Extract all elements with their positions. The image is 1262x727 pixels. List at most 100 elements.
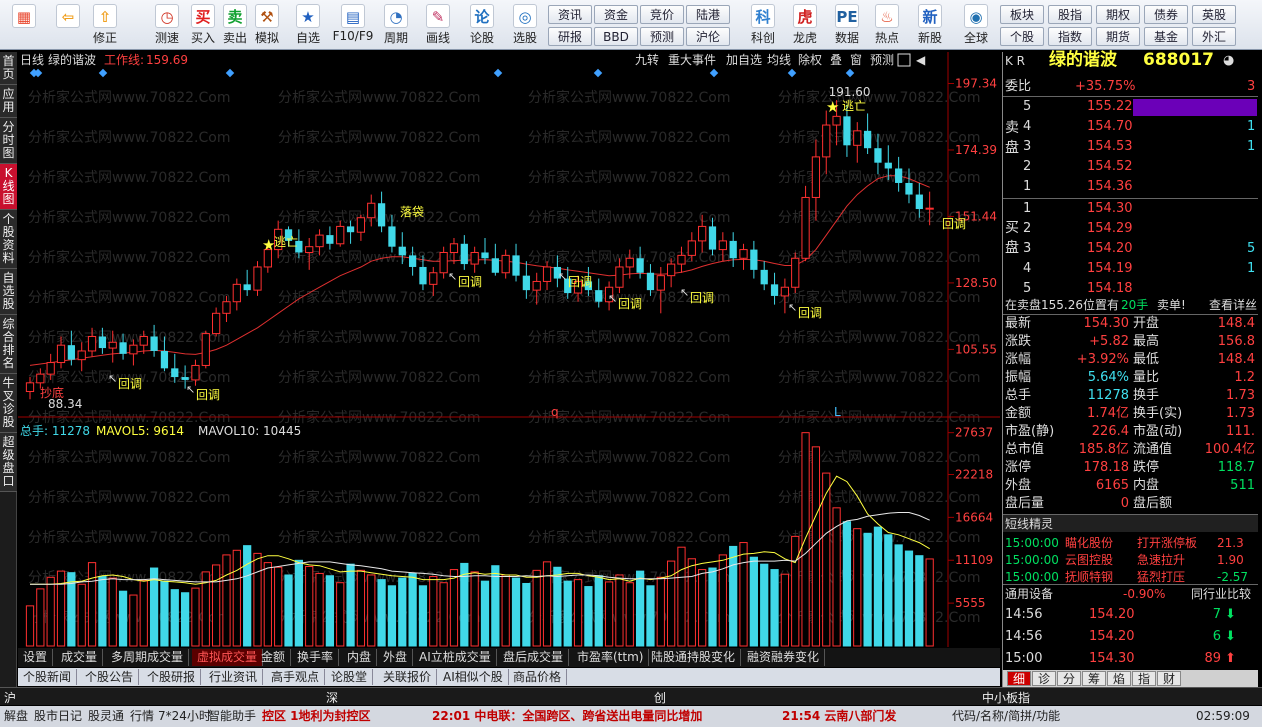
ticker-item[interactable]: 02:59:09 [1196, 706, 1250, 727]
indicator-tab[interactable]: 虚拟成交量 [192, 649, 264, 666]
ticker-item[interactable]: 21:54 云南八部门发 [782, 706, 896, 727]
volume-bar[interactable] [243, 545, 252, 647]
pin-icon[interactable]: ◀ [916, 53, 926, 67]
volume-bar[interactable] [77, 583, 86, 647]
news-tab[interactable]: 个股新闻 [18, 669, 78, 685]
leftnav-item[interactable]: 超级盘口 [0, 433, 17, 492]
ticker-item[interactable]: 控区 1地利为封控区 [262, 706, 371, 727]
volume-bar[interactable] [873, 526, 883, 647]
indicator-tab[interactable]: 成交量 [56, 649, 104, 666]
volume-bar[interactable] [480, 580, 490, 647]
leftnav-item[interactable]: 首页 [0, 52, 17, 85]
volume-bar[interactable] [604, 581, 614, 647]
volume-bar[interactable] [573, 579, 583, 647]
ticker-item[interactable]: 代码/名称/简拼/功能 [952, 706, 1060, 727]
chart-toolbar-2[interactable]: 加自选 [726, 53, 762, 67]
news-tab[interactable]: 个股公告 [80, 669, 140, 685]
volume-bar[interactable] [491, 565, 500, 647]
toolbar-small-bottom-button[interactable]: 研报 [548, 27, 592, 46]
notice-link[interactable]: 查看详丝 [1209, 296, 1257, 314]
volume-bar[interactable] [760, 563, 769, 647]
volume-bar[interactable] [801, 432, 810, 647]
ticker-item[interactable]: 行情 [130, 706, 154, 727]
toolbar-pe-data-button[interactable]: PE 数据 [828, 2, 866, 48]
volume-bar[interactable] [180, 592, 190, 647]
volume-bar[interactable] [791, 535, 800, 647]
volume-bar[interactable] [387, 585, 397, 647]
volume-bar[interactable] [222, 554, 231, 647]
toolbar-f10-button[interactable]: ▤ F10/F9 [330, 2, 376, 48]
volume-bar[interactable] [542, 561, 552, 647]
news-tab[interactable]: 商品价格 [508, 669, 568, 685]
volume-bar[interactable] [439, 582, 448, 647]
volume-bar[interactable] [904, 550, 914, 647]
ticker-item[interactable]: 智能助手 [208, 706, 256, 727]
volume-bar[interactable] [108, 577, 117, 647]
industry-link[interactable]: 同行业比较 [1191, 585, 1251, 603]
toolbar-sell-button[interactable]: 卖卖出 [219, 2, 251, 48]
candle[interactable] [201, 330, 210, 369]
indicator-tab[interactable]: 金额 [256, 649, 292, 666]
quote-tab[interactable]: 财 [1157, 671, 1181, 686]
indicator-tab[interactable]: 设置 [18, 649, 54, 666]
volume-bar[interactable] [729, 545, 738, 647]
toolbar-windows-logo-button[interactable]: ▦ [4, 2, 44, 48]
volume-bar[interactable] [356, 569, 366, 647]
volume-bar[interactable] [646, 585, 655, 647]
toolbar-market-top-button[interactable]: 板块 [1000, 5, 1044, 24]
chart-toolbar-7[interactable]: 预测 [870, 53, 894, 67]
toolbar-back-arrow-button[interactable]: ⇦ [50, 2, 86, 48]
news-tab[interactable]: 关联报价 [378, 669, 438, 685]
volume-bar[interactable] [739, 542, 748, 647]
volume-bar[interactable] [87, 562, 97, 647]
short-stock[interactable]: 瞄化股份 [1065, 534, 1113, 552]
volume-bar[interactable] [408, 572, 417, 647]
toolbar-small-bottom-button[interactable]: 沪伦 [686, 27, 730, 46]
volume-bar[interactable] [284, 574, 293, 647]
leftnav-item[interactable]: 分时图 [0, 118, 17, 164]
toolbar-globe-button[interactable]: ◉ 全球 [954, 2, 998, 48]
volume-bar[interactable] [687, 558, 696, 647]
toolbar-dragon-tiger-button[interactable]: 虎龙虎 [786, 2, 824, 48]
volume-bar[interactable] [863, 532, 872, 647]
volume-bar[interactable] [501, 574, 510, 647]
volume-bar[interactable] [118, 590, 128, 647]
chart-toolbar-6[interactable]: 窗 [850, 53, 862, 67]
volume-bar[interactable] [25, 605, 35, 647]
volume-bar[interactable] [253, 552, 262, 647]
toolbar-market-top-button[interactable]: 股指 [1048, 5, 1092, 24]
volume-bar[interactable] [925, 558, 934, 647]
volume-bar[interactable] [191, 587, 200, 647]
volume-bar[interactable] [563, 580, 572, 647]
quote-tab[interactable]: 筹 [1082, 671, 1106, 686]
toolbar-hot-button[interactable]: ♨ 热点 [868, 2, 906, 48]
leftnav-item[interactable]: 应用 [0, 85, 17, 118]
toolbar-market-top-button[interactable]: 债券 [1144, 5, 1188, 24]
status-sz[interactable]: 深 [326, 689, 338, 706]
chart-toolbar-1[interactable]: 重大事件 [668, 53, 716, 67]
quote-tab[interactable]: 指 [1132, 671, 1156, 686]
volume-bar[interactable] [212, 564, 221, 647]
chart-toolbar-5[interactable]: 叠 [830, 53, 842, 67]
toolbar-small-top-button[interactable]: 资金 [594, 5, 638, 24]
volume-bar[interactable] [584, 586, 593, 647]
status-sh[interactable]: 沪 [4, 689, 16, 706]
candle[interactable] [791, 252, 800, 294]
volume-bar[interactable] [698, 569, 707, 647]
volume-bar[interactable] [36, 588, 45, 647]
volume-bar[interactable] [294, 559, 303, 647]
leftnav-item[interactable]: 个股资料 [0, 210, 17, 269]
news-tab[interactable]: 高手观点 [266, 669, 326, 685]
news-tab[interactable]: 个股研报 [142, 669, 202, 685]
volume-bar[interactable] [429, 576, 438, 647]
toolbar-small-top-button[interactable]: 陆港 [686, 5, 730, 24]
volume-bar[interactable] [139, 579, 148, 647]
toolbar-market-bottom-button[interactable]: 个股 [1000, 27, 1044, 46]
volume-bar[interactable] [56, 570, 66, 647]
toolbar-adjust-button[interactable]: ⇧ 修正 [88, 2, 122, 48]
indicator-tab[interactable]: 内盘 [342, 649, 378, 666]
indicator-tab[interactable]: 换手率 [292, 649, 340, 666]
volume-bar[interactable] [377, 579, 386, 647]
toolbar-small-top-button[interactable]: 竞价 [640, 5, 684, 24]
volume-bar[interactable] [532, 569, 541, 647]
